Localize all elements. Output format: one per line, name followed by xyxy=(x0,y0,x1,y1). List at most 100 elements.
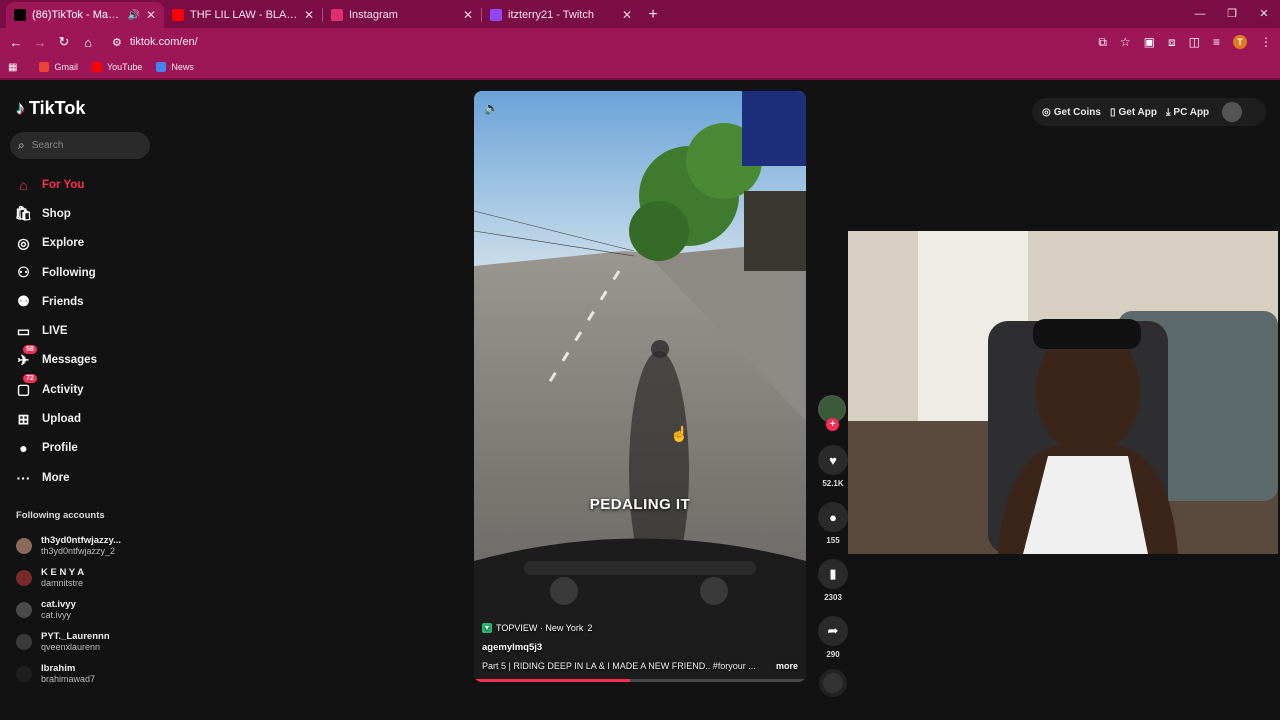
location-pin-icon: ▼ xyxy=(482,623,492,633)
tab-title: (86)TikTok - Make Your Day xyxy=(32,9,121,21)
activity-icon: ▢ 72 xyxy=(14,374,37,398)
comment-icon[interactable]: ● xyxy=(818,502,848,532)
tab-close-icon[interactable]: ✕ xyxy=(622,8,632,22)
location-tag[interactable]: ▼ TOPVIEW · New York 2 xyxy=(482,623,798,633)
close-window-icon[interactable]: ✕ xyxy=(1248,0,1280,28)
nav-item-messages[interactable]: ✈ 58 Messages xyxy=(14,344,154,375)
bookmark-list: Gmail YouTube News xyxy=(39,62,194,72)
like-icon[interactable]: ♥ xyxy=(818,445,848,475)
extension-icon[interactable]: ▣ xyxy=(1144,35,1155,49)
tiktok-note-icon: ♪ xyxy=(16,98,25,118)
following-account[interactable]: PYT._Laurennn qveenxlaurenn xyxy=(16,626,156,658)
music-disc-icon[interactable] xyxy=(819,669,847,697)
follow-plus-icon[interactable]: + xyxy=(826,418,839,431)
tab-favicon-icon xyxy=(490,9,502,21)
bookmark-item[interactable]: YouTube xyxy=(91,62,142,72)
puzzle-extensions-icon[interactable]: ⧈ xyxy=(1168,35,1176,50)
home-button-icon[interactable]: ⌂ xyxy=(76,35,100,50)
following-account[interactable]: th3yd0ntfwjazzy... th3yd0ntfwjazzy_2 xyxy=(16,530,156,562)
back-icon[interactable]: ← xyxy=(4,35,28,50)
nav-item-profile[interactable]: ● Profile xyxy=(14,434,154,463)
sidebar-icon[interactable]: ◫ xyxy=(1189,35,1200,49)
get-coins-button[interactable]: ◎ Get Coins xyxy=(1042,107,1101,118)
apps-grid-icon[interactable]: ▦ xyxy=(8,62,17,73)
pc-app-button[interactable]: ⤓ PC App xyxy=(1166,107,1209,118)
nav-item-for-you[interactable]: ⌂ For You xyxy=(14,170,154,199)
bookmark-star-icon[interactable]: ☆ xyxy=(1120,35,1131,49)
nav-label: LIVE xyxy=(42,325,68,338)
get-coins-label: Get Coins xyxy=(1053,106,1101,118)
browser-tab[interactable]: (86)TikTok - Make Your Day 🔊 ✕ xyxy=(6,2,164,28)
minimize-icon[interactable]: — xyxy=(1184,0,1216,28)
get-app-button[interactable]: ▯ Get App xyxy=(1110,107,1157,118)
following-account[interactable]: cat.ivyy cat.ivyy xyxy=(16,594,156,626)
volume-icon[interactable]: 🔈 xyxy=(484,101,499,115)
bookmark-favicon-icon xyxy=(156,62,167,72)
restore-icon[interactable]: ❐ xyxy=(1216,0,1248,28)
nav-item-explore[interactable]: ◎ Explore xyxy=(14,229,154,258)
reload-icon[interactable]: ↻ xyxy=(52,34,76,50)
notification-badge: 58 xyxy=(23,344,37,354)
tab-favicon-icon xyxy=(331,9,343,21)
nav-item-shop[interactable]: 🛍 Shop xyxy=(14,199,154,228)
tab-list: (86)TikTok - Make Your Day🔊✕THF LIL LAW … xyxy=(0,2,640,28)
tiktok-logo[interactable]: ♪ TikTok xyxy=(16,98,85,119)
following-account[interactable]: K E N Y Adamnitstre xyxy=(16,562,156,594)
account-name: Ibrahim xyxy=(41,663,76,674)
address-bar[interactable]: ⚙ tiktok.com/en/ xyxy=(106,31,1026,53)
share-icon[interactable]: ➦ xyxy=(818,616,848,646)
video-progress-bar[interactable] xyxy=(474,679,806,682)
browser-tab[interactable]: Instagram ✕ xyxy=(323,2,481,28)
media-controls-icon[interactable]: ≡ xyxy=(1213,35,1220,49)
nav-item-friends[interactable]: ⚉ Friends xyxy=(14,287,154,316)
account-username: brahimawad7 xyxy=(41,674,96,684)
nav-label: Shop xyxy=(42,207,71,220)
more-button[interactable]: more xyxy=(776,661,798,671)
new-tab-button[interactable]: + xyxy=(640,2,666,28)
compass-icon: ◎ xyxy=(17,234,30,251)
forward-icon[interactable]: → xyxy=(28,35,52,50)
bookmark-item[interactable]: News xyxy=(156,62,194,72)
shop-icon: 🛍 xyxy=(14,205,33,222)
tab-close-icon[interactable]: ✕ xyxy=(463,8,473,22)
video-player[interactable]: 🔈 ☝ PEDALING IT ▼ TOPVIEW · New York 2 a… xyxy=(474,91,806,682)
webcam-frame xyxy=(848,231,1278,554)
profile-avatar[interactable]: T xyxy=(1233,35,1247,49)
bookmark-item[interactable]: Gmail xyxy=(39,62,78,72)
tab-close-icon[interactable]: ✕ xyxy=(304,8,314,22)
tab-audio-icon[interactable]: 🔊 xyxy=(127,10,139,21)
tab-favicon-icon xyxy=(14,9,26,21)
tab-close-icon[interactable]: ✕ xyxy=(146,8,156,22)
browser-tab[interactable]: THF LIL LAW - BLASIAN DOLL ... ✕ xyxy=(164,2,322,28)
tab-title: Instagram xyxy=(349,9,398,21)
following-account[interactable]: Ibrahim brahimawad7 xyxy=(16,658,156,690)
tab-title: itzterry21 - Twitch xyxy=(508,9,594,21)
get-app-label: Get App xyxy=(1118,106,1157,118)
bookmark-icon[interactable]: ▮ xyxy=(818,559,848,589)
notification-badge: 72 xyxy=(23,374,37,384)
menu-kebab-icon[interactable]: ⋮ xyxy=(1260,35,1272,49)
site-info-icon[interactable]: ⚙ xyxy=(112,36,122,49)
browser-tab[interactable]: itzterry21 - Twitch ✕ xyxy=(482,2,640,28)
comment-count: 155 xyxy=(826,536,840,545)
nav-item-live[interactable]: ▭ LIVE xyxy=(14,316,154,345)
toolbar-divider xyxy=(0,78,1280,80)
nav-item-upload[interactable]: ⊞ Upload xyxy=(14,404,154,433)
account-username: cat.ivyy xyxy=(41,610,72,620)
nav-item-activity[interactable]: ▢ 72 Activity xyxy=(14,374,154,404)
nav-label: More xyxy=(42,471,70,484)
nav-item-following[interactable]: ⚇ Following xyxy=(14,258,154,287)
tiktok-wordmark: TikTok xyxy=(29,98,86,118)
user-avatar[interactable] xyxy=(1222,102,1243,122)
account-username: damnitstre xyxy=(41,578,84,588)
tab-favicon-icon xyxy=(172,9,184,21)
install-app-icon[interactable]: ⧉ xyxy=(1098,35,1107,50)
video-author[interactable]: agemylmq5j3 xyxy=(482,642,798,653)
creator-avatar[interactable]: + xyxy=(818,395,846,431)
nav-item-more[interactable]: ··· More xyxy=(14,463,154,492)
location-text: TOPVIEW · New York xyxy=(496,623,584,633)
account-text: cat.ivyy cat.ivyy xyxy=(41,599,76,621)
account-text: PYT._Laurennn qveenxlaurenn xyxy=(41,631,110,653)
top-right-actions: ◎ Get Coins ▯ Get App ⤓ PC App xyxy=(1032,98,1266,126)
search-input[interactable]: ⌕ Search xyxy=(10,132,150,159)
